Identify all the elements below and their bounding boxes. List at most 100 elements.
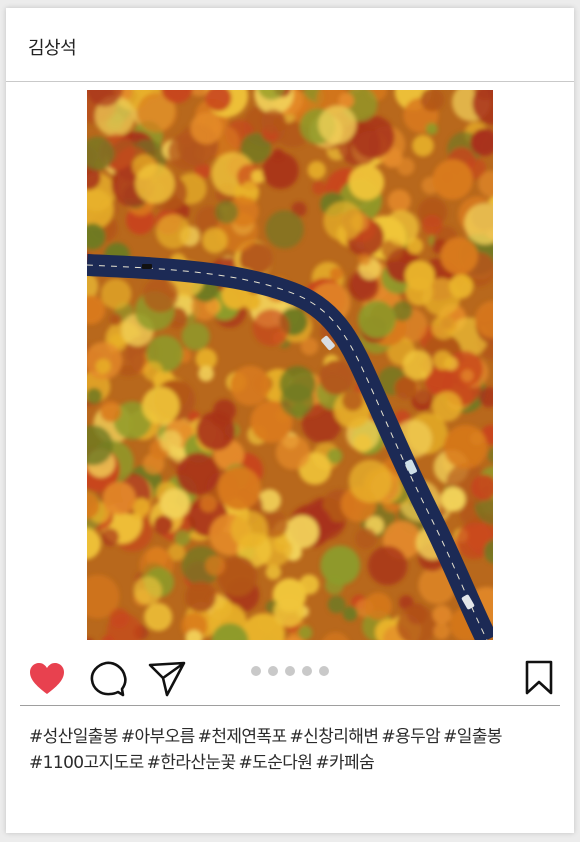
hashtag-link[interactable]: #신창리해변 <box>290 727 379 747</box>
foliage-blob <box>299 574 320 595</box>
foliage-blob <box>327 595 346 614</box>
foliage-blob <box>275 435 311 470</box>
foliage-blob <box>433 623 450 640</box>
foliage-blob <box>353 434 372 453</box>
foliage-blob <box>196 411 236 451</box>
foliage-blob <box>318 105 357 144</box>
foliage-blob <box>241 181 258 199</box>
foliage-blob <box>262 152 299 189</box>
foliage-blob <box>202 227 228 254</box>
heart-icon[interactable] <box>28 662 66 696</box>
foliage-blob <box>280 383 314 418</box>
foliage-blob <box>109 313 122 326</box>
foliage-blob <box>358 252 371 266</box>
foliage-blob <box>348 164 385 201</box>
foliage-blob <box>261 109 286 134</box>
foliage-blob <box>387 189 411 213</box>
username[interactable]: 김상석 <box>28 34 77 60</box>
foliage-blob <box>101 528 119 546</box>
foliage-blob <box>323 201 363 241</box>
foliage-blob <box>252 309 290 346</box>
post-photo[interactable] <box>87 90 493 640</box>
hashtag-link[interactable]: #천제연폭포 <box>198 727 287 747</box>
foliage-blob <box>432 605 452 625</box>
foliage-blob <box>143 361 164 382</box>
foliage-blob <box>405 278 434 306</box>
foliage-blob <box>355 527 377 550</box>
photo-image <box>87 90 493 640</box>
foliage-blob <box>312 180 326 195</box>
foliage-blob <box>205 555 226 576</box>
bookmark-icon[interactable] <box>524 660 554 696</box>
foliage-blob <box>181 322 210 351</box>
foliage-blob <box>298 625 313 640</box>
hashtag-link[interactable]: #용두암 <box>381 727 440 747</box>
foliage-blob <box>443 424 488 469</box>
carousel-dots <box>251 666 329 676</box>
foliage-blob <box>135 163 175 204</box>
foliage-blob <box>217 466 261 511</box>
foliage-blob <box>198 365 214 382</box>
foliage-blob <box>367 545 408 586</box>
action-bar <box>6 648 574 706</box>
foliage-blob <box>342 606 358 621</box>
foliage-blob <box>143 277 179 313</box>
foliage-blob <box>273 596 305 628</box>
foliage-blob <box>99 401 122 423</box>
foliage-blob <box>358 300 396 339</box>
divider <box>20 705 560 706</box>
foliage-blob <box>265 210 304 249</box>
carousel-dot[interactable] <box>251 666 261 676</box>
foliage-blob <box>133 576 162 605</box>
foliage-blob <box>414 389 430 405</box>
foliage-blob <box>285 515 319 549</box>
foliage-blob <box>461 369 474 382</box>
hashtag-link[interactable]: #1100고지도로 <box>29 753 144 773</box>
post-header: 김상석 <box>6 8 574 82</box>
post-card: 김상석 #성산일출봉 #아부오름 #천제연폭포 #신창리해변 #용두암 #일출봉… <box>6 8 574 833</box>
foliage-blob <box>431 315 456 340</box>
foliage-blob <box>141 386 180 425</box>
foliage-blob <box>402 350 433 381</box>
foliage-blob <box>144 602 173 632</box>
foliage-blob <box>185 581 216 613</box>
foliage-blob <box>176 452 220 496</box>
foliage-blob <box>432 159 473 200</box>
foliage-blob <box>384 210 419 246</box>
foliage-blob <box>329 267 344 281</box>
carousel-dot[interactable] <box>285 666 295 676</box>
comment-icon[interactable] <box>89 660 127 698</box>
foliage-blob <box>109 608 130 629</box>
hashtag-link[interactable]: #카페숨 <box>315 753 374 773</box>
foliage-blob <box>174 529 191 547</box>
carousel-dot[interactable] <box>319 666 329 676</box>
foliage-blob <box>440 237 479 275</box>
foliage-blob <box>320 545 361 586</box>
foliage-blob <box>190 112 223 145</box>
hashtag-link[interactable]: #성산일출봉 <box>29 727 118 747</box>
foliage-blob <box>394 376 418 400</box>
foliage-blob <box>348 459 392 503</box>
foliage-blob <box>159 430 182 453</box>
foliage-blob <box>159 488 190 519</box>
foliage-blob <box>214 200 239 224</box>
foliage-blob <box>95 358 111 374</box>
foliage-blob <box>230 510 269 549</box>
foliage-blob <box>433 350 453 370</box>
hashtag-link[interactable]: #일출봉 <box>443 727 502 747</box>
foliage-blob <box>265 564 282 580</box>
hashtag-link[interactable]: #도순다원 <box>239 753 313 773</box>
hashtag-link[interactable]: #한라산눈꽃 <box>147 753 236 773</box>
foliage-blob <box>102 481 136 515</box>
hashtag-link[interactable]: #아부오름 <box>121 727 195 747</box>
share-icon[interactable] <box>147 660 187 698</box>
carousel-dot[interactable] <box>268 666 278 676</box>
foliage-blob <box>199 495 217 513</box>
carousel-dot[interactable] <box>302 666 312 676</box>
foliage-blob <box>412 134 434 157</box>
foliage-blob <box>432 391 463 422</box>
foliage-blob <box>351 115 395 159</box>
foliage-blob <box>307 161 326 180</box>
foliage-blob <box>440 486 466 512</box>
foliage-blob <box>396 157 415 176</box>
